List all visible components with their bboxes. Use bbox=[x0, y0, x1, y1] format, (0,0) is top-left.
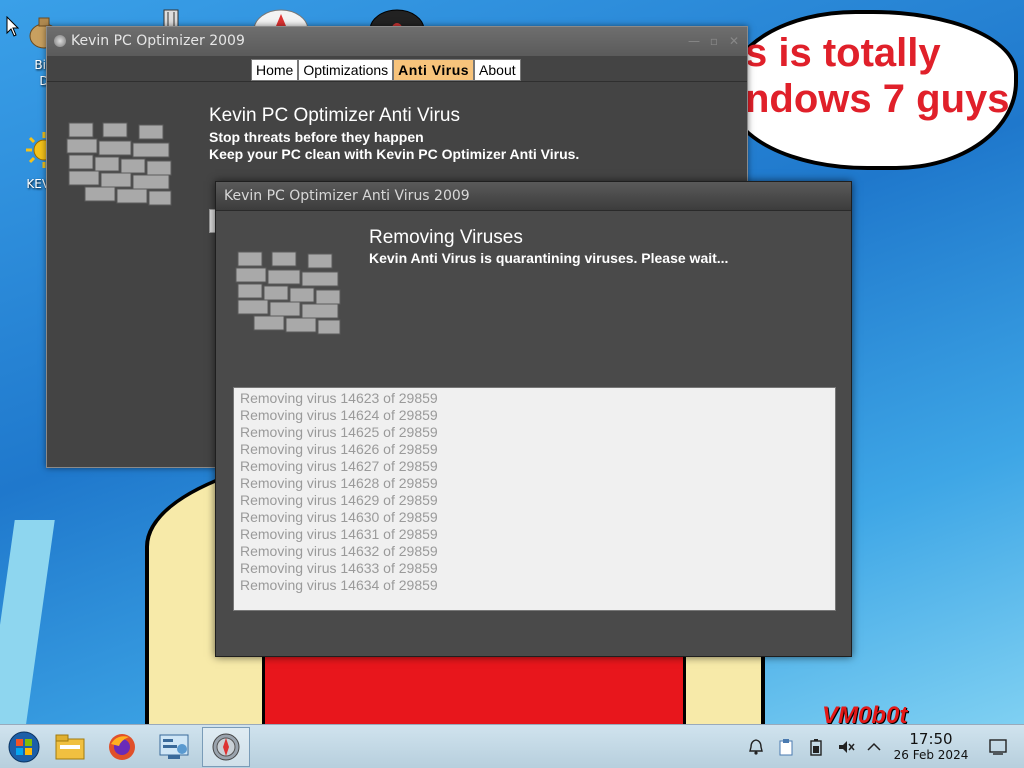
log-line: Removing virus 14628 of 29859 bbox=[240, 475, 438, 491]
log-line: Removing virus 14624 of 29859 bbox=[240, 407, 438, 423]
av-heading: Removing Viruses bbox=[369, 227, 523, 248]
log-line: Removing virus 14626 of 29859 bbox=[240, 441, 438, 457]
chevron-up-icon[interactable] bbox=[864, 737, 884, 757]
main-window-titlebar[interactable]: Kevin PC Optimizer 2009 — ▫ ✕ bbox=[47, 27, 747, 56]
file-manager-icon bbox=[55, 734, 85, 760]
battery-icon[interactable] bbox=[806, 737, 826, 757]
av-message: Kevin Anti Virus is quarantining viruses… bbox=[369, 250, 729, 266]
window-menu-icon[interactable] bbox=[54, 35, 66, 47]
main-subtitle-2: Keep your PC clean with Kevin PC Optimiz… bbox=[209, 146, 580, 162]
main-subtitle-1: Stop threats before they happen bbox=[209, 129, 424, 145]
log-line: Removing virus 14630 of 29859 bbox=[240, 509, 438, 525]
log-line: Removing virus 14632 of 29859 bbox=[240, 543, 438, 559]
firewall-icon bbox=[66, 122, 172, 206]
tab-divider bbox=[47, 81, 747, 82]
virus-removal-log[interactable]: Removing virus 14623 of 29859 Removing v… bbox=[233, 387, 836, 611]
maximize-button[interactable]: ▫ bbox=[705, 32, 723, 50]
tab-optimizations[interactable]: Optimizations bbox=[298, 59, 394, 81]
start-orb-icon bbox=[8, 731, 40, 763]
log-line: Removing virus 14633 of 29859 bbox=[240, 560, 438, 576]
compass-icon[interactable] bbox=[252, 8, 310, 28]
tab-home[interactable]: Home bbox=[251, 59, 299, 81]
volume-muted-icon[interactable] bbox=[836, 737, 856, 757]
start-button[interactable] bbox=[0, 727, 48, 767]
taskbar-kevin-optimizer[interactable] bbox=[202, 727, 250, 767]
taskbar-control-panel[interactable] bbox=[150, 727, 198, 767]
tab-anti-virus[interactable]: Anti Virus bbox=[393, 59, 475, 81]
close-button[interactable]: ✕ bbox=[725, 32, 743, 50]
clock-date: 26 Feb 2024 bbox=[893, 748, 969, 762]
log-line: Removing virus 14629 of 29859 bbox=[240, 492, 438, 508]
av-dialog-titlebar[interactable]: Kevin PC Optimizer Anti Virus 2009 bbox=[216, 182, 851, 211]
tab-about[interactable]: About bbox=[474, 59, 521, 81]
wallpaper-drawing-shirt bbox=[262, 655, 686, 724]
log-line: Removing virus 14623 of 29859 bbox=[240, 390, 438, 406]
main-heading: Kevin PC Optimizer Anti Virus bbox=[209, 105, 460, 126]
kevin-optimizer-icon bbox=[212, 733, 240, 761]
anti-virus-dialog: Kevin PC Optimizer Anti Virus 2009 Remov… bbox=[215, 181, 852, 657]
taskbar: 17:50 26 Feb 2024 bbox=[0, 724, 1024, 768]
log-line: Removing virus 14627 of 29859 bbox=[240, 458, 438, 474]
record-icon[interactable] bbox=[368, 8, 426, 28]
main-window-title: Kevin PC Optimizer 2009 bbox=[71, 33, 245, 49]
notifications-icon[interactable] bbox=[746, 737, 766, 757]
log-line: Removing virus 14634 of 29859 bbox=[240, 577, 438, 593]
wallpaper-watermark: VM0b0t bbox=[822, 702, 908, 724]
firewall-icon bbox=[235, 251, 341, 335]
show-desktop-icon[interactable] bbox=[988, 737, 1008, 757]
main-tabbar: Home Optimizations Anti Virus About bbox=[251, 59, 521, 81]
taskbar-clock[interactable]: 17:50 26 Feb 2024 bbox=[888, 731, 974, 763]
taskbar-file-manager[interactable] bbox=[46, 727, 94, 767]
log-line: Removing virus 14631 of 29859 bbox=[240, 526, 438, 542]
log-line: Removing virus 14625 of 29859 bbox=[240, 424, 438, 440]
taskbar-firefox[interactable] bbox=[98, 727, 146, 767]
wallpaper-speech-text: s is totally ndows 7 guys bbox=[745, 31, 1010, 121]
firefox-icon bbox=[109, 734, 135, 760]
wallpaper-drawing-arm bbox=[0, 520, 55, 724]
clock-time: 17:50 bbox=[909, 730, 953, 748]
minimize-button[interactable]: — bbox=[685, 32, 703, 50]
control-panel-icon bbox=[159, 734, 189, 759]
clipboard-icon[interactable] bbox=[776, 737, 796, 757]
av-dialog-title: Kevin PC Optimizer Anti Virus 2009 bbox=[224, 188, 470, 204]
